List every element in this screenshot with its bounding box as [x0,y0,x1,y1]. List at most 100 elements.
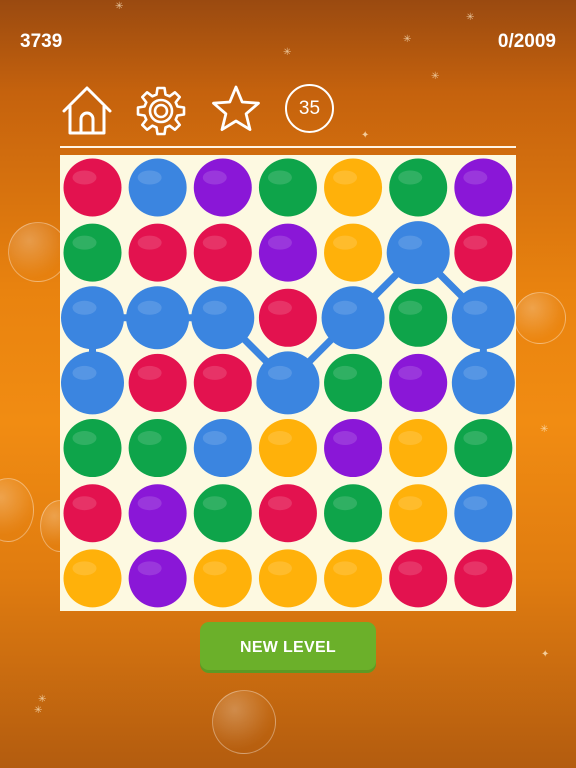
new-level-button[interactable]: NEW LEVEL [200,622,376,673]
ball-highlight [202,561,227,576]
ball-green[interactable] [258,158,317,217]
ball-highlight [398,561,423,576]
ball-blue[interactable] [193,419,252,478]
ball-red[interactable] [258,484,317,543]
ball-red[interactable] [258,288,317,347]
ball-blue-selected[interactable] [61,286,124,350]
background-bubble [8,222,68,282]
ball-purple[interactable] [128,484,187,543]
ball-highlight [137,235,162,250]
ball-highlight [202,496,227,511]
ball-blue-selected[interactable] [256,351,320,415]
ball-highlight [398,235,423,250]
ball-highlight [267,365,292,380]
ball-highlight [267,235,292,250]
ball-red[interactable] [454,223,513,282]
ball-red[interactable] [389,549,448,608]
score-display: 3739 [20,31,63,52]
ball-green[interactable] [454,419,513,478]
ball-highlight [333,431,358,446]
ball-orange[interactable] [324,158,383,217]
ball-highlight [398,300,423,315]
ball-orange[interactable] [324,549,383,608]
ball-highlight [137,300,162,315]
ball-red[interactable] [454,549,513,608]
sparkle: ✦ [541,649,550,660]
ball-highlight [267,170,292,185]
ball-red[interactable] [63,484,122,543]
ball-highlight [463,170,488,185]
gear-icon [136,86,186,136]
ball-highlight [202,365,227,380]
ball-purple[interactable] [389,353,448,412]
ball-green[interactable] [193,484,252,543]
settings-button[interactable] [133,82,189,138]
ball-blue-selected[interactable] [386,221,450,285]
ball-highlight [333,365,358,380]
ball-green[interactable] [63,419,122,478]
level-progress: 0/2009 [497,31,556,52]
ball-green[interactable] [389,158,448,217]
sparkle: ✳ [115,1,124,12]
ball-blue-selected[interactable] [451,351,515,415]
ball-highlight [333,235,358,250]
ball-purple[interactable] [193,158,252,217]
sparkle: ✳ [540,424,549,435]
ball-orange[interactable] [193,549,252,608]
toolbar-divider [60,146,516,148]
ball-highlight [267,496,292,511]
background-bubble [0,478,34,542]
ball-highlight [398,496,423,511]
ball-orange[interactable] [258,549,317,608]
ball-highlight [72,170,97,185]
ball-purple[interactable] [128,549,187,608]
ball-highlight [463,300,488,315]
ball-orange[interactable] [389,484,448,543]
ball-orange[interactable] [324,223,383,282]
sparkle: ✳ [431,71,440,82]
ball-highlight [202,235,227,250]
ball-blue[interactable] [454,484,513,543]
ball-red[interactable] [193,353,252,412]
ball-highlight [398,365,423,380]
ball-blue-selected[interactable] [451,286,515,350]
ball-red[interactable] [128,353,187,412]
ball-highlight [137,365,162,380]
ball-red[interactable] [193,223,252,282]
ball-red[interactable] [63,158,122,217]
ball-red[interactable] [128,223,187,282]
ball-purple[interactable] [258,223,317,282]
ball-green[interactable] [63,223,122,282]
ball-purple[interactable] [324,419,383,478]
ball-highlight [463,235,488,250]
ball-orange[interactable] [258,419,317,478]
ball-blue-selected[interactable] [321,286,385,350]
background-bubble [514,292,566,344]
ball-purple[interactable] [454,158,513,217]
ball-green[interactable] [324,484,383,543]
ball-highlight [72,300,97,315]
sparkle: ✳ [34,705,43,716]
game-board [60,155,516,611]
ball-blue[interactable] [128,158,187,217]
ball-highlight [267,300,292,315]
ball-highlight [333,170,358,185]
rate-button[interactable] [208,82,264,138]
moves-counter: 35 [285,84,334,133]
ball-orange[interactable] [63,549,122,608]
ball-blue-selected[interactable] [191,286,255,350]
ball-highlight [463,561,488,576]
ball-green[interactable] [324,353,383,412]
ball-green[interactable] [389,288,448,347]
star-icon [212,85,260,131]
sparkle: ✦ [361,130,370,141]
ball-blue-selected[interactable] [126,286,190,350]
home-button[interactable] [59,82,115,138]
ball-highlight [72,561,97,576]
ball-highlight [137,561,162,576]
ball-green[interactable] [128,419,187,478]
sparkle: ✳ [283,47,292,58]
ball-orange[interactable] [389,419,448,478]
ball-highlight [333,496,358,511]
ball-blue-selected[interactable] [61,351,124,415]
